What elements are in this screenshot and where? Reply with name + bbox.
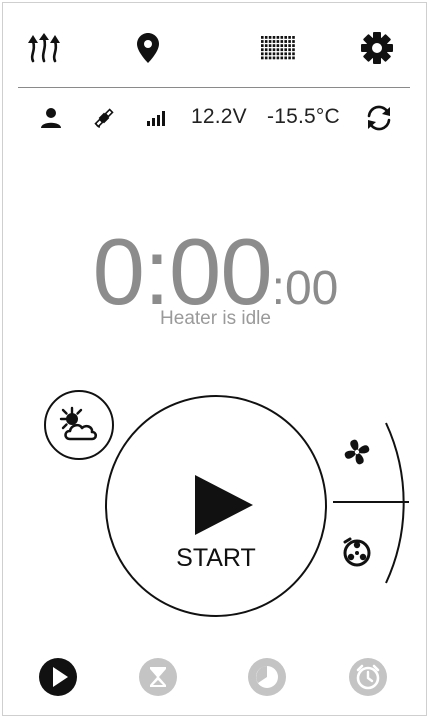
nav-clock-tab[interactable] <box>246 656 288 698</box>
mode-divider <box>333 501 409 503</box>
pump-icon <box>343 537 371 567</box>
start-label: START <box>176 544 256 572</box>
fan-icon <box>344 439 370 465</box>
play-icon <box>195 475 253 535</box>
clock-icon <box>248 658 286 696</box>
nav-timer-tab[interactable] <box>137 656 179 698</box>
fan-mode-button[interactable] <box>337 432 377 472</box>
start-button[interactable]: START <box>105 395 327 617</box>
nav-alarm-tab[interactable] <box>347 656 389 698</box>
weather-mode-button[interactable] <box>44 390 114 460</box>
bottom-nav <box>0 650 431 700</box>
play-circle-icon <box>39 658 77 696</box>
sun-cloud-icon <box>59 406 98 441</box>
nav-run-tab[interactable] <box>37 656 79 698</box>
pump-mode-button[interactable] <box>337 532 377 572</box>
hourglass-icon <box>139 658 177 696</box>
alarm-clock-icon <box>349 658 387 696</box>
